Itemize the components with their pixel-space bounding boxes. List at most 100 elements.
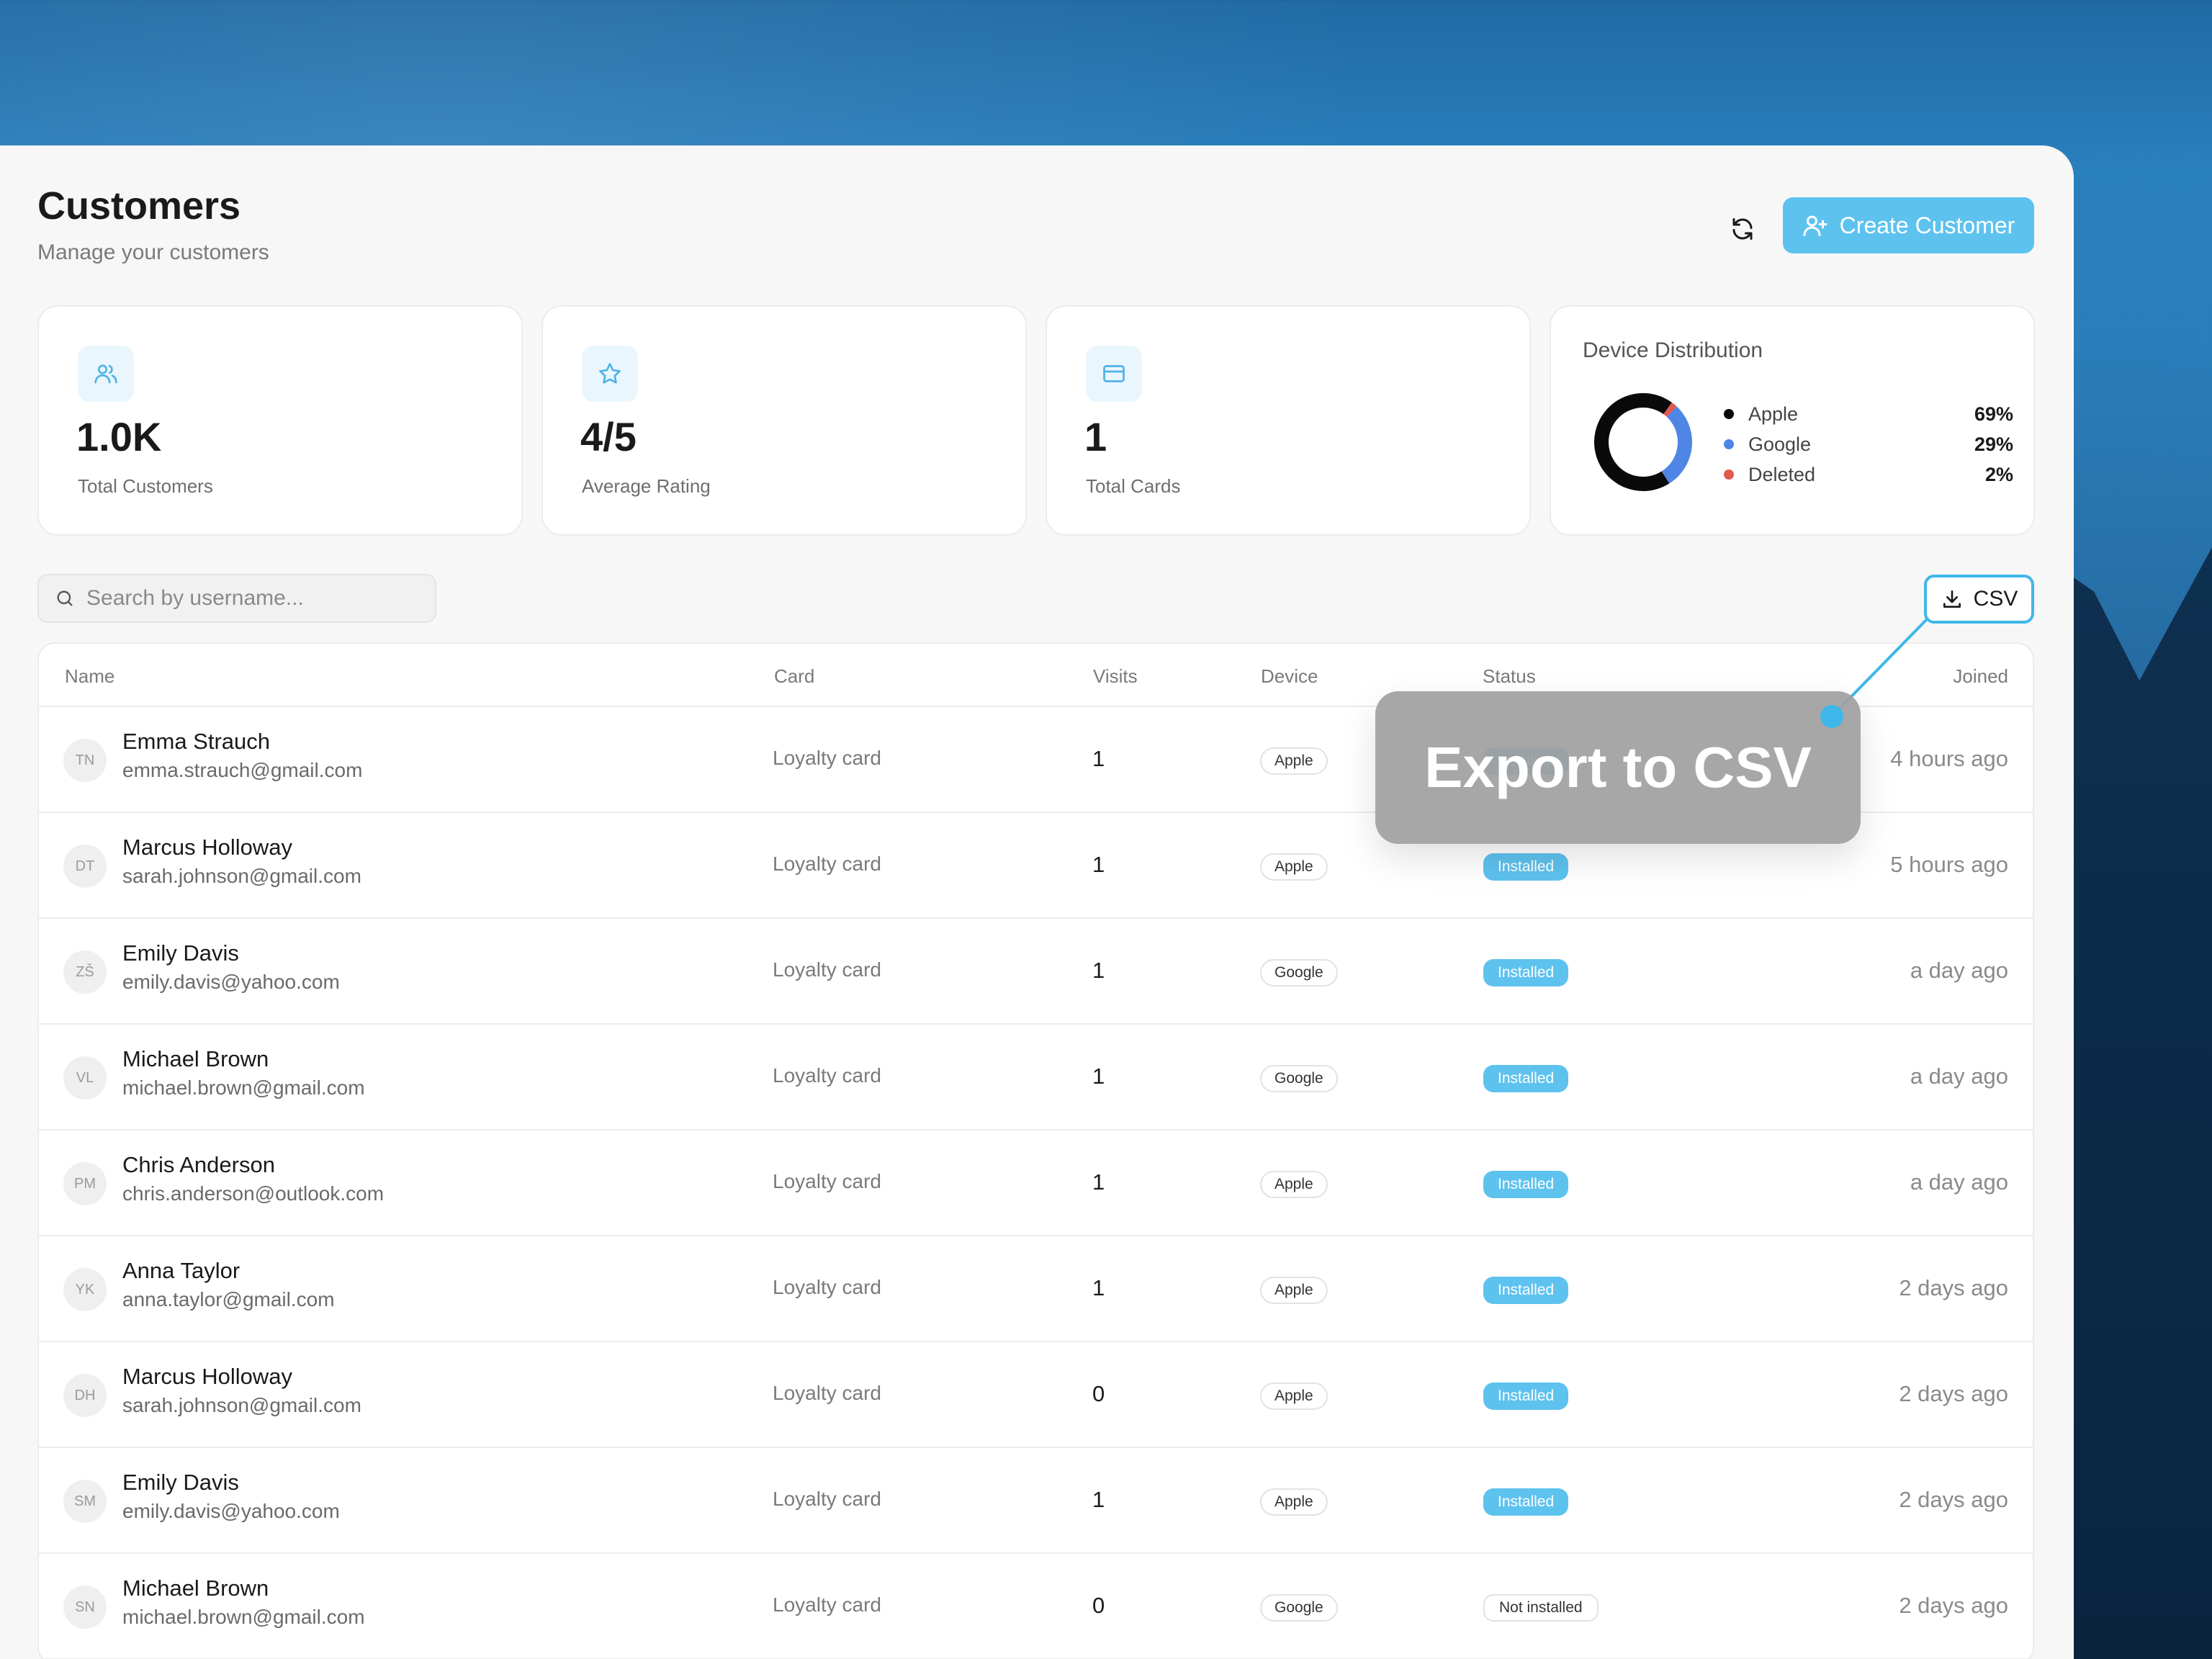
avatar: DT bbox=[63, 845, 107, 888]
card-type: Loyalty card bbox=[773, 747, 881, 769]
device-badge: Apple bbox=[1260, 1277, 1328, 1304]
customer-name[interactable]: Anna Taylor bbox=[122, 1258, 240, 1284]
search-input[interactable] bbox=[86, 586, 425, 611]
status-badge: Not installed bbox=[1483, 1594, 1599, 1622]
card-type: Loyalty card bbox=[773, 853, 881, 875]
table-row[interactable]: PM Chris Anderson chris.anderson@outlook.c… bbox=[39, 1130, 2033, 1236]
legend-pct: 69% bbox=[1974, 403, 2013, 425]
joined-time: 2 days ago bbox=[1899, 1381, 2008, 1406]
joined-time: a day ago bbox=[1910, 958, 2008, 983]
card-type: Loyalty card bbox=[773, 1593, 881, 1616]
legend-dot bbox=[1724, 439, 1734, 449]
avatar: YK bbox=[63, 1268, 107, 1311]
joined-time: 2 days ago bbox=[1899, 1275, 2008, 1300]
column-header-card[interactable]: Card bbox=[774, 665, 814, 688]
stat-card-customers: 1.0K Total Customers bbox=[37, 305, 523, 536]
table-row[interactable]: VL Michael Brown michael.brown@gmail.com Lo… bbox=[39, 1025, 2033, 1130]
customer-email: michael.brown@gmail.com bbox=[122, 1076, 365, 1099]
refresh-button[interactable] bbox=[1722, 209, 1763, 249]
device-legend: Apple 69% Google 29% Deleted 2% bbox=[1724, 399, 2013, 490]
card-type: Loyalty card bbox=[773, 1170, 881, 1192]
joined-time: 2 days ago bbox=[1899, 1487, 2008, 1512]
users-icon bbox=[78, 346, 134, 402]
donut-slice-apple bbox=[1594, 393, 1672, 491]
table-row[interactable]: SN Michael Brown michael.brown@gmail.com Lo… bbox=[39, 1554, 2033, 1659]
device-badge: Apple bbox=[1260, 1171, 1328, 1198]
table-row[interactable]: YK Anna Taylor anna.taylor@gmail.com Loyalt… bbox=[39, 1236, 2033, 1342]
column-header-name[interactable]: Name bbox=[65, 665, 114, 688]
customer-name[interactable]: Marcus Holloway bbox=[122, 835, 292, 860]
customer-email: anna.taylor@gmail.com bbox=[122, 1288, 335, 1310]
column-header-joined[interactable]: Joined bbox=[1953, 665, 2008, 688]
device-badge: Apple bbox=[1260, 747, 1328, 775]
legend-dot bbox=[1724, 469, 1734, 480]
visit-count: 1 bbox=[1092, 1064, 1105, 1089]
customer-email: chris.anderson@outlook.com bbox=[122, 1182, 385, 1205]
joined-time: a day ago bbox=[1910, 1064, 2008, 1089]
device-donut-chart bbox=[1594, 393, 1692, 491]
legend-pct: 29% bbox=[1974, 433, 2013, 455]
create-customer-button[interactable]: Create Customer bbox=[1783, 197, 2034, 253]
status-badge: Installed bbox=[1483, 853, 1569, 881]
card-type: Loyalty card bbox=[773, 1276, 881, 1298]
device-badge: Apple bbox=[1260, 1488, 1328, 1516]
star-icon bbox=[582, 346, 638, 402]
search-box[interactable] bbox=[37, 574, 436, 623]
device-distribution-card: Device Distribution Apple 69% Google 29%… bbox=[1550, 305, 2035, 536]
column-header-status[interactable]: Status bbox=[1483, 665, 1536, 688]
legend-name: Google bbox=[1748, 433, 1812, 455]
status-badge: Installed bbox=[1483, 1171, 1569, 1198]
avatar: VL bbox=[63, 1056, 107, 1100]
avatar: DH bbox=[63, 1374, 107, 1417]
device-distribution-title: Device Distribution bbox=[1583, 338, 1763, 362]
stat-value: 1 bbox=[1084, 414, 1107, 459]
customer-email: sarah.johnson@gmail.com bbox=[122, 1394, 361, 1416]
user-plus-icon bbox=[1803, 215, 1827, 236]
visit-count: 1 bbox=[1092, 1275, 1105, 1300]
avatar: SN bbox=[63, 1586, 107, 1629]
stat-value: 1.0K bbox=[76, 414, 162, 459]
column-header-visits[interactable]: Visits bbox=[1093, 665, 1138, 688]
avatar: PM bbox=[63, 1162, 107, 1205]
export-tooltip: Export to CSV bbox=[1375, 691, 1861, 844]
legend-pct: 2% bbox=[1984, 463, 2013, 485]
download-icon bbox=[1943, 590, 1961, 608]
table-row[interactable]: ZŠ Emily Davis emily.davis@yahoo.com Loyalt… bbox=[39, 919, 2033, 1025]
customer-email: emma.strauch@gmail.com bbox=[122, 759, 363, 781]
card-type: Loyalty card bbox=[773, 1382, 881, 1404]
table-row[interactable]: SM Emily Davis emily.davis@yahoo.com Loyalt… bbox=[39, 1448, 2033, 1554]
visit-count: 0 bbox=[1092, 1381, 1105, 1406]
customer-email: emily.davis@yahoo.com bbox=[122, 1500, 340, 1522]
customer-name[interactable]: Emily Davis bbox=[122, 940, 239, 966]
customer-name[interactable]: Chris Anderson bbox=[122, 1152, 275, 1178]
device-badge: Apple bbox=[1260, 1382, 1328, 1410]
page-subtitle: Manage your customers bbox=[37, 240, 269, 264]
customer-name[interactable]: Marcus Holloway bbox=[122, 1364, 292, 1390]
credit-card-icon bbox=[1086, 346, 1142, 402]
visit-count: 1 bbox=[1092, 746, 1105, 771]
legend-name: Deleted bbox=[1748, 463, 1816, 485]
csv-label: CSV bbox=[1973, 587, 2018, 611]
device-badge: Google bbox=[1260, 959, 1338, 986]
card-type: Loyalty card bbox=[773, 958, 881, 981]
card-type: Loyalty card bbox=[773, 1064, 881, 1087]
status-badge: Installed bbox=[1483, 1065, 1569, 1092]
customer-name[interactable]: Michael Brown bbox=[122, 1046, 269, 1072]
donut-slice-google bbox=[1661, 406, 1692, 484]
customer-name[interactable]: Emily Davis bbox=[122, 1470, 239, 1496]
visit-count: 1 bbox=[1092, 1487, 1105, 1512]
column-header-device[interactable]: Device bbox=[1261, 665, 1318, 688]
csv-export-button[interactable]: CSV bbox=[1924, 575, 2034, 624]
tooltip-text: Export to CSV bbox=[1424, 735, 1812, 799]
joined-time: 2 days ago bbox=[1899, 1593, 2008, 1618]
stat-label: Total Cards bbox=[1086, 475, 1181, 497]
status-badge: Installed bbox=[1483, 959, 1569, 986]
customer-name[interactable]: Michael Brown bbox=[122, 1575, 269, 1601]
stat-card-cards: 1 Total Cards bbox=[1046, 305, 1531, 536]
legend-name: Apple bbox=[1748, 403, 1799, 425]
table-row[interactable]: DH Marcus Holloway sarah.johnson@gmail.com… bbox=[39, 1342, 2033, 1448]
visit-count: 1 bbox=[1092, 1169, 1105, 1195]
customer-name[interactable]: Emma Strauch bbox=[122, 729, 270, 755]
customer-email: sarah.johnson@gmail.com bbox=[122, 865, 361, 887]
joined-time: a day ago bbox=[1910, 1169, 2008, 1195]
